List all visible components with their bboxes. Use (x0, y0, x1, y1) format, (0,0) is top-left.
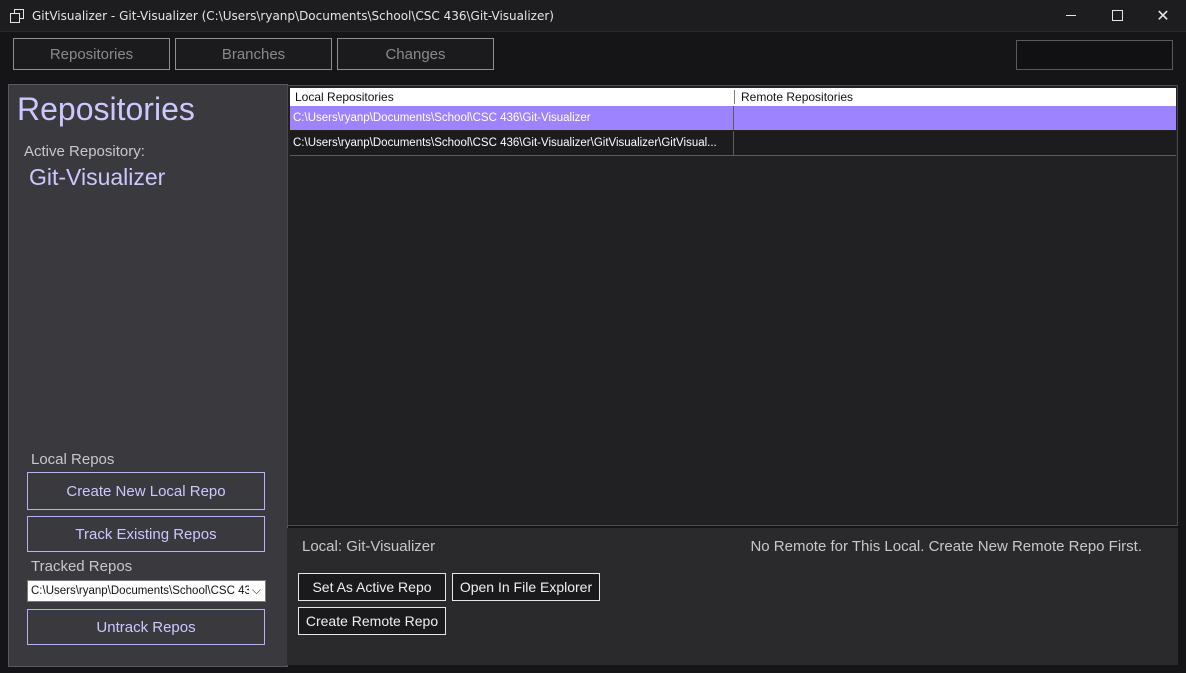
create-remote-repo-button[interactable]: Create Remote Repo (298, 607, 446, 635)
repository-detail-panel: Local: Git-Visualizer No Remote for This… (287, 528, 1178, 665)
remote-status-message: No Remote for This Local. Create New Rem… (750, 538, 1142, 555)
chevron-down-icon: ⌵ (251, 583, 261, 597)
window-title: GitVisualizer - Git-Visualizer (C:\Users… (32, 8, 554, 23)
open-in-file-explorer-button[interactable]: Open In File Explorer (452, 573, 600, 601)
tracked-repos-selected-value: C:\Users\ryanp\Documents\School\CSC 436\… (31, 585, 249, 597)
maximize-icon (1111, 10, 1123, 21)
tracked-repos-dropdown[interactable]: C:\Users\ryanp\Documents\School\CSC 436\… (27, 580, 266, 602)
cell-local-path[interactable]: C:\Users\ryanp\Documents\School\CSC 436\… (290, 106, 734, 130)
title-bar: GitVisualizer - Git-Visualizer (C:\Users… (0, 0, 1186, 32)
set-as-active-repo-button[interactable]: Set As Active Repo (298, 573, 446, 601)
close-button[interactable]: ✕ (1140, 0, 1186, 31)
column-header-local[interactable]: Local Repositories (290, 88, 394, 106)
table-row[interactable]: C:\Users\ryanp\Documents\School\CSC 436\… (290, 131, 1176, 156)
tracked-repos-label: Tracked Repos (31, 558, 133, 575)
repositories-grid[interactable]: Local Repositories Remote Repositories C… (287, 85, 1178, 526)
untrack-repos-button[interactable]: Untrack Repos (27, 609, 265, 645)
minimize-button[interactable] (1048, 0, 1094, 31)
active-repository-label: Active Repository: (24, 143, 145, 160)
create-new-local-repo-button[interactable]: Create New Local Repo (27, 472, 265, 510)
active-repository-name: Git-Visualizer (29, 164, 166, 190)
tab-changes[interactable]: Changes (337, 38, 494, 70)
cell-remote-path[interactable] (735, 131, 1176, 155)
minimize-icon (1066, 15, 1076, 16)
tab-branches[interactable]: Branches (175, 38, 332, 70)
column-separator[interactable] (734, 90, 735, 104)
cell-local-path[interactable]: C:\Users\ryanp\Documents\School\CSC 436\… (290, 131, 734, 155)
grid-header: Local Repositories Remote Repositories (290, 88, 1176, 106)
revoke-github-access-button[interactable]: Revoke Github Access (1016, 40, 1173, 70)
tab-repositories[interactable]: Repositories (13, 38, 170, 70)
app-window-icon (10, 8, 24, 23)
track-existing-repos-button[interactable]: Track Existing Repos (27, 516, 265, 552)
column-header-remote[interactable]: Remote Repositories (736, 88, 853, 106)
cell-remote-path[interactable] (735, 106, 1176, 130)
close-icon: ✕ (1156, 6, 1170, 25)
table-row[interactable]: C:\Users\ryanp\Documents\School\CSC 436\… (290, 106, 1176, 130)
maximize-button[interactable] (1094, 0, 1140, 31)
sidebar-title: Repositories (17, 91, 195, 127)
sidebar: Repositories Active Repository: Git-Visu… (8, 84, 288, 667)
local-repos-label: Local Repos (31, 451, 115, 468)
local-repo-name: Local: Git-Visualizer (302, 538, 436, 555)
